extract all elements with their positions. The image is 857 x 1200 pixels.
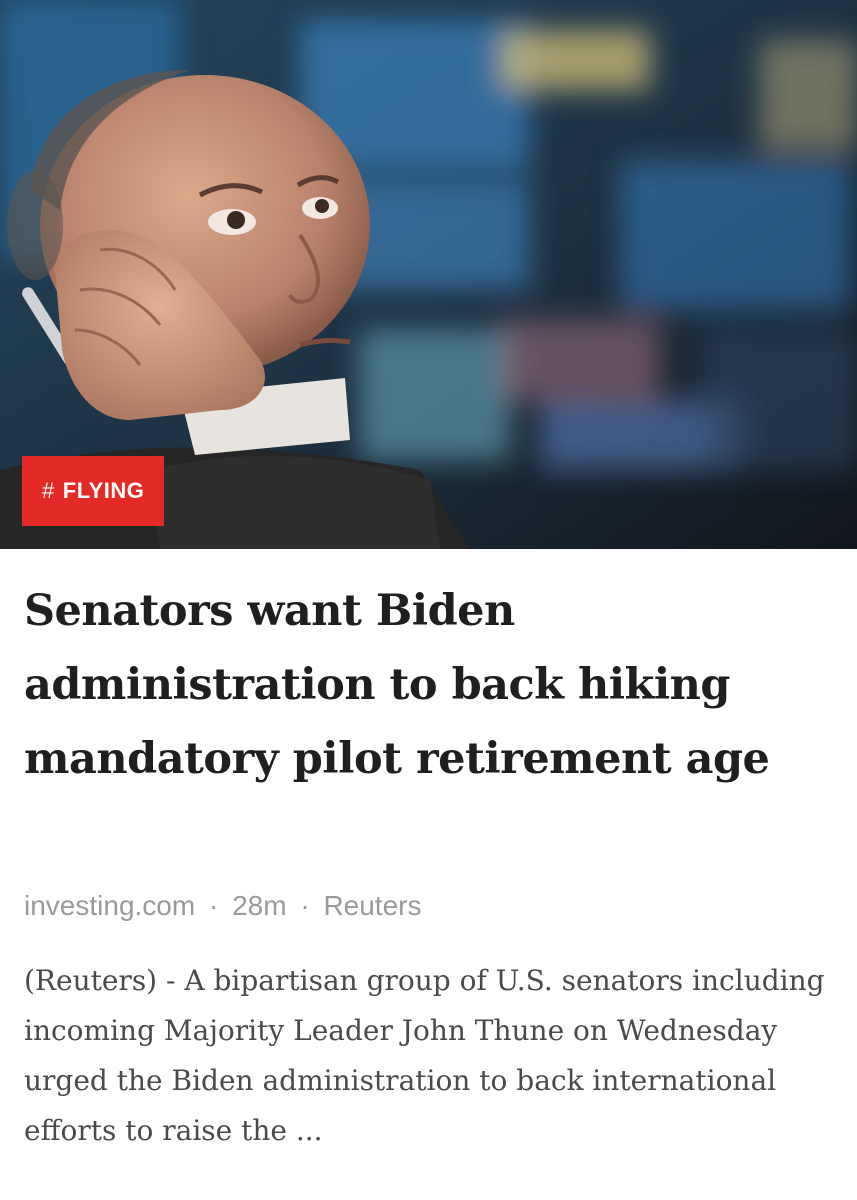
article-time: 28m	[232, 890, 287, 921]
article-hero-image[interactable]: # FLYING	[0, 0, 857, 549]
article-headline[interactable]: Senators want Biden administration to ba…	[24, 574, 839, 796]
meta-separator: ·	[208, 890, 219, 921]
hashtag-icon: #	[42, 478, 55, 503]
article-author: Reuters	[323, 890, 422, 921]
category-tag-label: FLYING	[62, 478, 145, 503]
article-summary[interactable]: (Reuters) - A bipartisan group of U.S. s…	[24, 956, 839, 1156]
article-source[interactable]: investing.com	[24, 890, 195, 921]
category-tag[interactable]: # FLYING	[22, 456, 165, 526]
meta-separator: ·	[300, 890, 310, 921]
article-meta: investing.com · 28m · Reuters	[24, 890, 421, 922]
